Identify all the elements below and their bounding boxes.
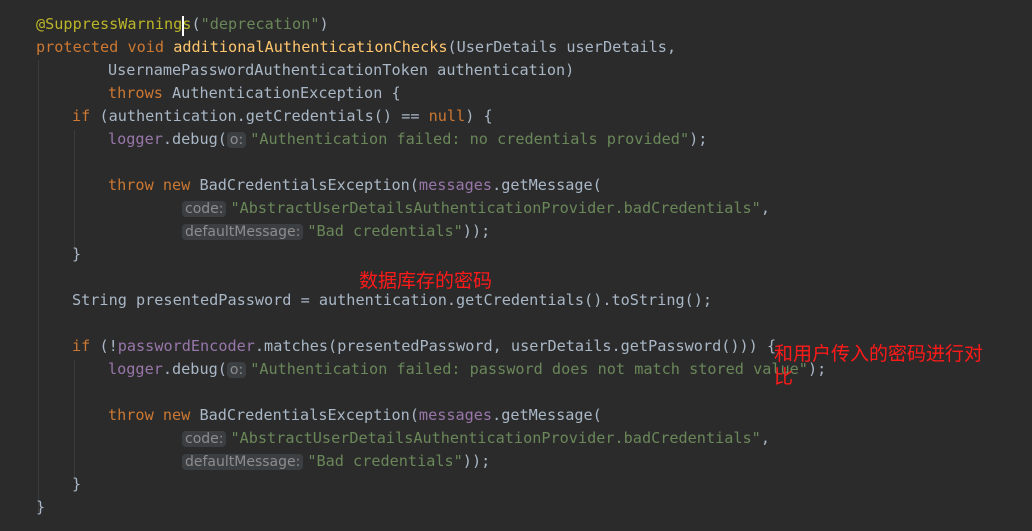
string-literal: "deprecation" bbox=[200, 15, 320, 33]
code-line-1[interactable]: @SuppressWarnings("deprecation") bbox=[0, 13, 329, 36]
code-line-4[interactable]: throws AuthenticationException { bbox=[0, 82, 401, 105]
brace: } bbox=[72, 245, 82, 263]
keyword-void: void bbox=[127, 38, 165, 56]
exception-type: AuthenticationException { bbox=[172, 84, 401, 102]
paren: ) bbox=[319, 15, 329, 33]
code-line-22[interactable]: } bbox=[0, 496, 45, 519]
params: (UserDetails userDetails, bbox=[447, 38, 677, 56]
string-literal: "Bad credentials" bbox=[307, 222, 463, 240]
code-line-20[interactable]: defaultMessage: "Bad credentials")); bbox=[0, 450, 490, 473]
param-hint: code: bbox=[182, 431, 227, 447]
keyword-if: if bbox=[72, 107, 91, 125]
java-annotation: @SuppressWarnings bbox=[36, 15, 192, 33]
annotation-compare-line-2: 比 bbox=[774, 366, 794, 388]
method-name: additionalAuthenticationChecks bbox=[173, 38, 448, 56]
brace: } bbox=[72, 475, 82, 493]
method-call: .getMessage( bbox=[492, 406, 602, 424]
code-line-2[interactable]: protected void additionalAuthenticationC… bbox=[0, 36, 676, 59]
code-line-5[interactable]: if (authentication.getCredentials() == n… bbox=[0, 105, 493, 128]
keyword-throw: throw bbox=[108, 176, 154, 194]
string-literal: "AbstractUserDetailsAuthenticationProvid… bbox=[230, 429, 761, 447]
code-line-15[interactable]: if (!passwordEncoder.matches(presentedPa… bbox=[0, 335, 776, 358]
code-line-13[interactable]: String presentedPassword = authenticatio… bbox=[0, 289, 712, 312]
param-hint: defaultMessage: bbox=[182, 454, 304, 470]
annotation-compare-line-1: 和用户传入的密码进行对 bbox=[774, 343, 984, 365]
method-call: .getMessage( bbox=[492, 176, 602, 194]
condition: (! bbox=[99, 337, 118, 355]
keyword-if: if bbox=[72, 337, 91, 355]
string-literal: "Bad credentials" bbox=[307, 452, 463, 470]
param-hint: o: bbox=[226, 132, 247, 148]
exception-class: BadCredentialsException( bbox=[199, 406, 419, 424]
call-end: ); bbox=[689, 130, 708, 148]
field-logger: logger bbox=[108, 360, 163, 378]
comma: , bbox=[760, 199, 770, 217]
string-literal: "Authentication failed: password does no… bbox=[250, 360, 808, 378]
call-end: )); bbox=[462, 222, 491, 240]
param-hint: defaultMessage: bbox=[182, 224, 304, 240]
brace: } bbox=[36, 498, 46, 516]
paren: ( bbox=[191, 15, 201, 33]
condition-rest: .matches(presentedPassword, userDetails.… bbox=[254, 337, 777, 355]
code-line-3[interactable]: UsernamePasswordAuthenticationToken auth… bbox=[0, 59, 574, 82]
code-line-16[interactable]: logger.debug(o: "Authentication failed: p… bbox=[0, 358, 826, 381]
keyword-throw: throw bbox=[108, 406, 154, 424]
field-messages: messages bbox=[418, 406, 493, 424]
comma: , bbox=[760, 429, 770, 447]
field-password-encoder: passwordEncoder bbox=[117, 337, 255, 355]
code-line-9[interactable]: code: "AbstractUserDetailsAuthenticationP… bbox=[0, 197, 770, 220]
keyword-new: new bbox=[162, 176, 191, 194]
keyword-protected: protected bbox=[36, 38, 119, 56]
keyword-new: new bbox=[162, 406, 191, 424]
string-literal: "Authentication failed: no credentials p… bbox=[250, 130, 690, 148]
code-line-21[interactable]: } bbox=[0, 473, 81, 496]
code-line-19[interactable]: code: "AbstractUserDetailsAuthenticationP… bbox=[0, 427, 770, 450]
method-call: .debug( bbox=[162, 360, 227, 378]
param-hint: code: bbox=[182, 201, 227, 217]
keyword-null: null bbox=[428, 107, 466, 125]
code-line-6[interactable]: logger.debug(o: "Authentication failed: n… bbox=[0, 128, 707, 151]
annotation-db-password: 数据库存的密码 bbox=[359, 270, 493, 292]
params-continued: UsernamePasswordAuthenticationToken auth… bbox=[108, 61, 575, 79]
statement: String presentedPassword = authenticatio… bbox=[72, 291, 713, 309]
brace: ) { bbox=[465, 107, 493, 125]
string-literal: "AbstractUserDetailsAuthenticationProvid… bbox=[230, 199, 761, 217]
field-logger: logger bbox=[108, 130, 163, 148]
call-end: )); bbox=[462, 452, 491, 470]
param-hint: o: bbox=[226, 362, 247, 378]
code-editor[interactable]: @SuppressWarnings("deprecation") protect… bbox=[0, 0, 1032, 531]
code-line-11[interactable]: } bbox=[0, 243, 81, 266]
exception-class: BadCredentialsException( bbox=[199, 176, 419, 194]
keyword-throws: throws bbox=[108, 84, 163, 102]
method-call: .debug( bbox=[162, 130, 227, 148]
code-line-10[interactable]: defaultMessage: "Bad credentials")); bbox=[0, 220, 490, 243]
code-line-18[interactable]: throw new BadCredentialsException(messag… bbox=[0, 404, 602, 427]
code-line-8[interactable]: throw new BadCredentialsException(messag… bbox=[0, 174, 602, 197]
field-messages: messages bbox=[418, 176, 493, 194]
text-caret bbox=[182, 16, 184, 36]
condition: (authentication.getCredentials() == bbox=[99, 107, 429, 125]
